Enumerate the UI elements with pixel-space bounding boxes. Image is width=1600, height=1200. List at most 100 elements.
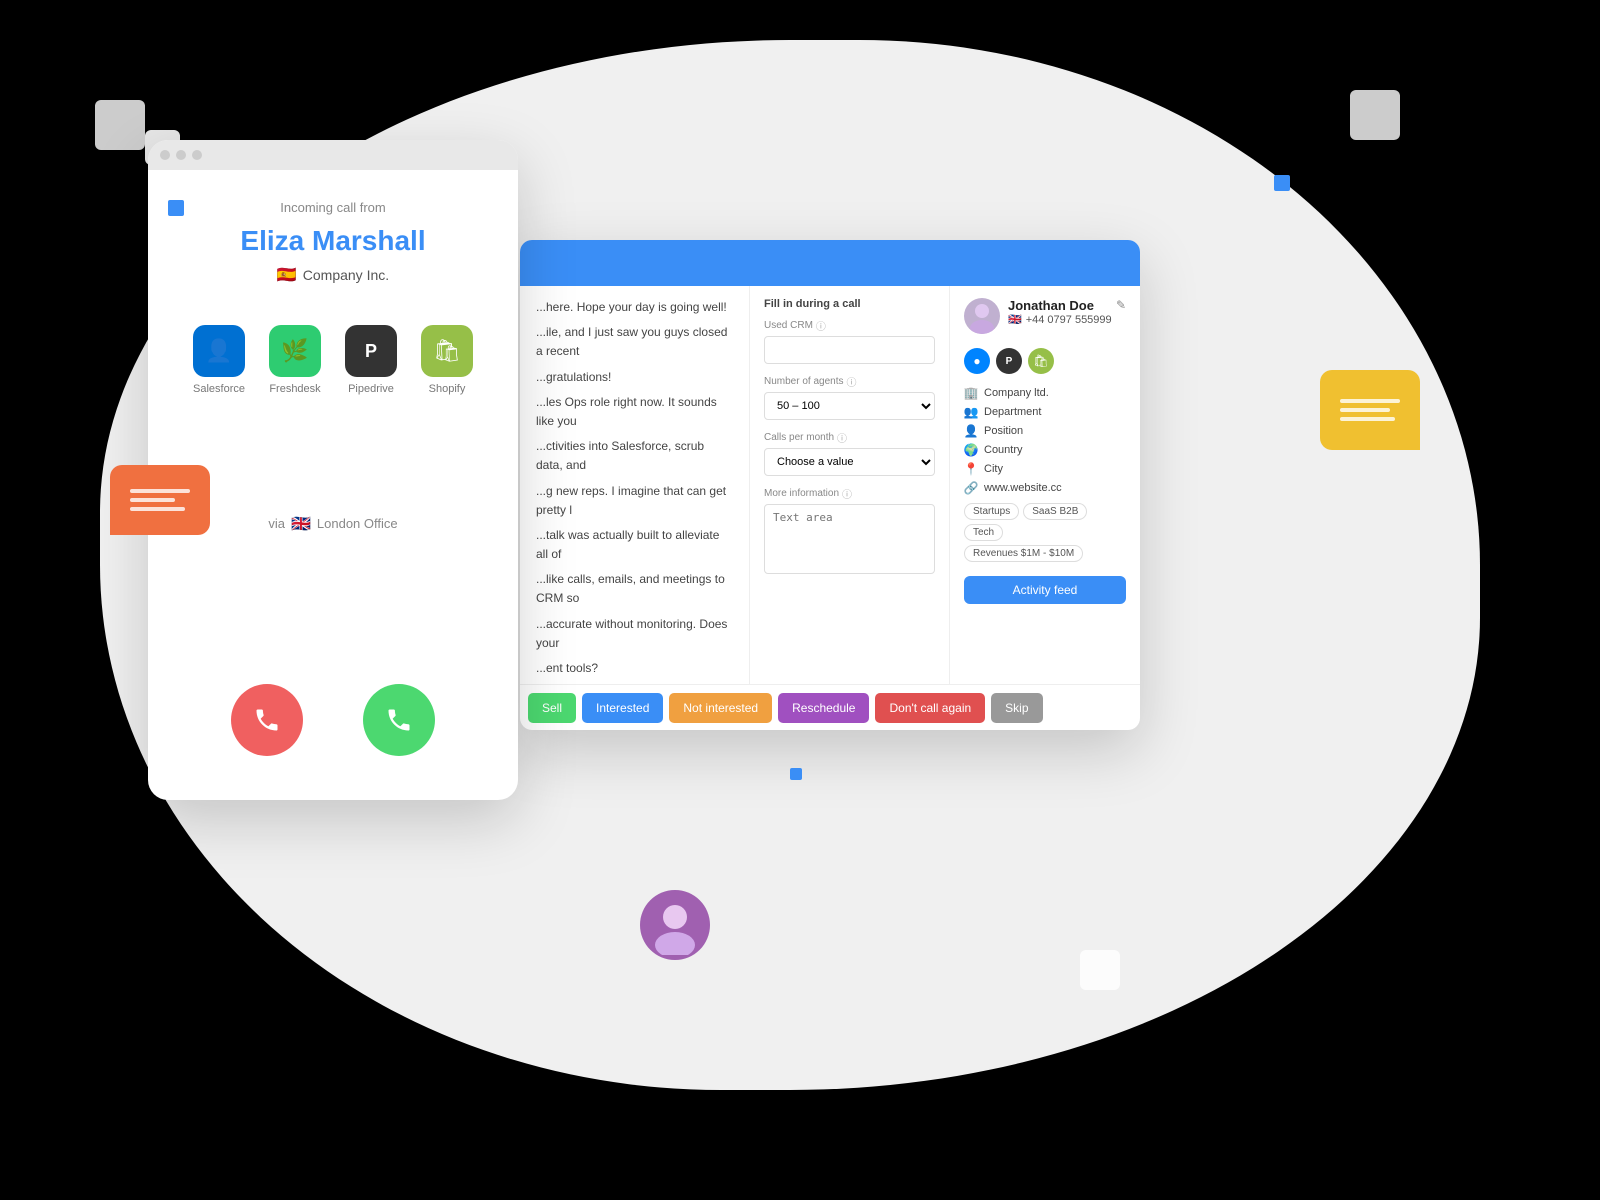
- chat-line-11: ...ent tools?: [536, 659, 733, 678]
- calls-label: Calls per month ⓘ: [764, 430, 935, 445]
- contact-apps: ● P 🛍: [964, 348, 1126, 374]
- bubble-line-y1: [1340, 399, 1400, 403]
- contact-company: 🏢 Company ltd.: [964, 386, 1126, 400]
- tag-revenues: Revenues $1M - $10M: [964, 545, 1083, 562]
- via-row: via 🇬🇧 London Office: [268, 514, 397, 534]
- person-icon: 👤: [964, 424, 978, 438]
- integration-shopify[interactable]: 🛍 Shopify: [421, 325, 473, 395]
- crm-window: ...here. Hope your day is going well! ..…: [520, 240, 1140, 730]
- pipedrive-label: Pipedrive: [348, 383, 394, 395]
- integrations-row: 👤 Salesforce 🌿 Freshdesk P Pipedrive 🛍 S…: [193, 325, 473, 395]
- reschedule-button[interactable]: Reschedule: [778, 693, 869, 723]
- deco-square-1: [95, 100, 145, 150]
- tag-saas: SaaS B2B: [1023, 503, 1087, 520]
- decline-button[interactable]: [231, 684, 303, 756]
- pipedrive-icon: P: [345, 325, 397, 377]
- messenger-icon[interactable]: ●: [964, 348, 990, 374]
- tag-tech: Tech: [964, 524, 1003, 541]
- used-crm-label: Used CRM ⓘ: [764, 318, 935, 333]
- contact-name: Jonathan Doe: [1008, 298, 1126, 313]
- tags-row: Startups SaaS B2B Tech Revenues $1M - $1…: [964, 503, 1126, 562]
- contact-position: 👤 Position: [964, 424, 1126, 438]
- integration-freshdesk[interactable]: 🌿 Freshdesk: [269, 325, 321, 395]
- chat-bubble-yellow: [1320, 370, 1420, 450]
- contact-phone: 🇬🇧 +44 0797 555999: [1008, 313, 1126, 326]
- contact-country: 🌍 Country: [964, 443, 1126, 457]
- titlebar-dot-1: [160, 150, 170, 160]
- contact-name-block: Jonathan Doe 🇬🇧 +44 0797 555999: [1008, 298, 1126, 326]
- bubble-line-y3: [1340, 417, 1395, 421]
- deco-square-4: [1080, 950, 1120, 990]
- titlebar-dot-3: [192, 150, 202, 160]
- building-icon: 🏢: [964, 386, 978, 400]
- activity-feed-button[interactable]: Activity feed: [964, 576, 1126, 604]
- call-actions: [231, 684, 435, 756]
- shopify-contact-icon[interactable]: 🛍: [1028, 348, 1054, 374]
- chat-line-2: ...ile, and I just saw you guys closed a…: [536, 323, 733, 361]
- not-interested-button[interactable]: Not interested: [669, 693, 772, 723]
- sell-button[interactable]: Sell: [528, 693, 576, 723]
- chat-line-3: ...gratulations!: [536, 368, 733, 387]
- contact-city: 📍 City: [964, 462, 1126, 476]
- contact-avatar: [964, 298, 1000, 334]
- more-info-textarea[interactable]: [764, 504, 935, 574]
- bubble-lines-orange: [120, 479, 200, 521]
- chat-bubble-orange: [110, 465, 210, 535]
- salesforce-label: Salesforce: [193, 383, 245, 395]
- calls-select[interactable]: Choose a value: [764, 448, 935, 476]
- edit-icon[interactable]: ✎: [1116, 298, 1126, 312]
- crm-contact: Jonathan Doe 🇬🇧 +44 0797 555999 ✎ ● P 🛍 …: [950, 286, 1140, 684]
- office-flag: 🇬🇧: [291, 514, 311, 534]
- bubble-lines-yellow: [1330, 389, 1410, 431]
- agents-label: Number of agents ⓘ: [764, 374, 935, 389]
- incoming-label: Incoming call from: [280, 200, 385, 215]
- agents-select[interactable]: 50 – 100: [764, 392, 935, 420]
- dont-call-button[interactable]: Don't call again: [875, 693, 985, 723]
- chat-line-5: ...ctivities into Salesforce, scrub data…: [536, 437, 733, 475]
- location-icon: 📍: [964, 462, 978, 476]
- flag-icon: 🌍: [964, 443, 978, 457]
- bubble-line-y2: [1340, 408, 1390, 412]
- crm-footer: Sell Interested Not interested Reschedul…: [520, 684, 1140, 730]
- crm-topbar: [520, 240, 1140, 286]
- freshdesk-icon: 🌿: [269, 325, 321, 377]
- chat-line-6: ...g new reps. I imagine that can get pr…: [536, 482, 733, 520]
- scene: Incoming call from Eliza Marshall 🇪🇸 Com…: [0, 0, 1600, 1200]
- people-icon: 👥: [964, 405, 978, 419]
- contact-header: Jonathan Doe 🇬🇧 +44 0797 555999 ✎: [964, 298, 1126, 334]
- deco-dot-1: [168, 200, 184, 216]
- company-name: Company Inc.: [303, 267, 389, 283]
- tag-startups: Startups: [964, 503, 1019, 520]
- shopify-icon: 🛍: [421, 325, 473, 377]
- chat-line-1: ...here. Hope your day is going well!: [536, 298, 733, 317]
- contact-website: 🔗 www.website.cc: [964, 481, 1126, 495]
- integration-salesforce[interactable]: 👤 Salesforce: [193, 325, 245, 395]
- used-crm-input[interactable]: [764, 336, 935, 364]
- office-name: London Office: [317, 516, 398, 531]
- caller-name: Eliza Marshall: [240, 225, 425, 257]
- caller-flag: 🇪🇸: [277, 265, 297, 285]
- interested-button[interactable]: Interested: [582, 693, 663, 723]
- freshdesk-label: Freshdesk: [269, 383, 320, 395]
- titlebar-dot-2: [176, 150, 186, 160]
- shopify-label: Shopify: [429, 383, 466, 395]
- skip-button[interactable]: Skip: [991, 693, 1042, 723]
- salesforce-icon: 👤: [193, 325, 245, 377]
- caller-company: 🇪🇸 Company Inc.: [277, 265, 389, 285]
- phone-titlebar: [148, 140, 518, 170]
- pipedrive-contact-icon[interactable]: P: [996, 348, 1022, 374]
- bubble-line-1: [130, 489, 190, 493]
- crm-chat: ...here. Hope your day is going well! ..…: [520, 286, 750, 684]
- deco-dot-3: [790, 768, 802, 780]
- crm-body: ...here. Hope your day is going well! ..…: [520, 286, 1140, 684]
- crm-form: Fill in during a call Used CRM ⓘ Number …: [750, 286, 950, 684]
- integration-pipedrive[interactable]: P Pipedrive: [345, 325, 397, 395]
- chat-line-10: ...accurate without monitoring. Does you…: [536, 615, 733, 653]
- chat-line-9: ...like calls, emails, and meetings to C…: [536, 570, 733, 608]
- bubble-line-2: [130, 498, 175, 502]
- avatar-circle: [640, 890, 710, 960]
- chat-line-8: ...talk was actually built to alleviate …: [536, 526, 733, 564]
- deco-square-3: [1350, 90, 1400, 140]
- bubble-line-3: [130, 507, 185, 511]
- accept-button[interactable]: [363, 684, 435, 756]
